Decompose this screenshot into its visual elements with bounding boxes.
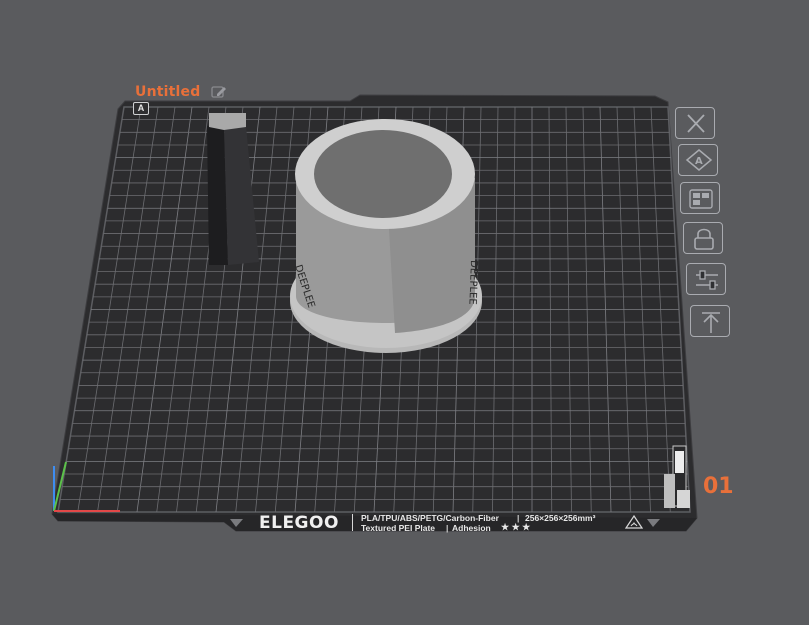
bed-size: 256×256×256mm³ <box>525 513 596 523</box>
close-icon <box>687 114 705 133</box>
lock-plate-button[interactable] <box>683 222 723 254</box>
bed-brand-logo: ELEGOO <box>259 513 339 533</box>
close-plate-button[interactable] <box>675 107 715 139</box>
plate-settings-button[interactable] <box>680 182 720 214</box>
plate-name-badge: A <box>133 102 149 115</box>
auto-arrange-button[interactable]: A <box>678 144 718 176</box>
auto-arrange-icon: A <box>685 149 713 171</box>
spec-separator-2: | <box>446 523 449 533</box>
cup-label-right: DEEPLEE <box>466 260 479 305</box>
move-to-top-button[interactable] <box>690 305 730 337</box>
lock-icon <box>694 228 714 250</box>
sliders-icon <box>696 270 718 290</box>
bed-adhesion-rating: ★ ★ ★ <box>501 522 531 532</box>
bed-adhesion-label: Adhesion <box>452 523 491 533</box>
hot-surface-warning-icon <box>625 515 643 529</box>
brand-separator <box>352 514 353 531</box>
plate-number: 01 <box>703 474 734 499</box>
svg-text:A: A <box>695 156 703 167</box>
object-cup[interactable]: DEEPLEE DEEPLEE <box>290 119 482 353</box>
bed-materials: PLA/TPU/ABS/PETG/Carbon-Fiber <box>361 513 499 523</box>
plate-title[interactable]: Untitled <box>135 84 200 100</box>
bed-plate-type: Textured PEI Plate <box>361 523 436 533</box>
move-up-icon <box>702 312 720 333</box>
plate-parameters-button[interactable] <box>686 263 726 295</box>
plate-settings-icon <box>689 189 713 209</box>
edit-icon[interactable] <box>211 85 227 99</box>
